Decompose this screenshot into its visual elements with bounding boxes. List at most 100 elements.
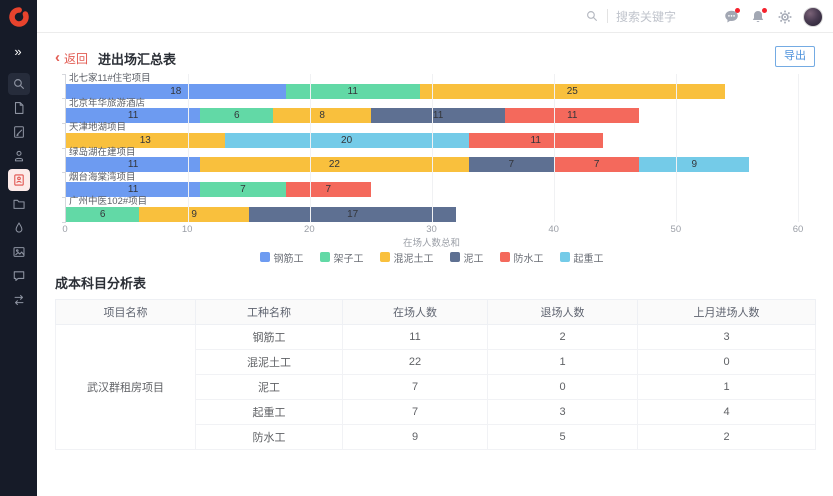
logo-c-icon [8, 6, 30, 28]
chart-gridline [188, 74, 189, 222]
bar-segment[interactable]: 17 [249, 207, 456, 222]
sidebar: » [0, 0, 37, 496]
table-header-row: 项目名称工种名称在场人数退场人数上月进场人数 [56, 300, 816, 325]
back-button[interactable]: 返回 [64, 50, 88, 67]
bar-segment[interactable]: 25 [420, 84, 725, 99]
cell-work-type: 钢筋工 [196, 325, 343, 350]
bar-segment[interactable]: 11 [505, 108, 639, 123]
y-axis-tick [62, 148, 66, 149]
x-tick-label: 20 [304, 224, 315, 235]
stacked-bar: 6917 [66, 207, 456, 222]
search-input[interactable]: 搜索关键字 [616, 8, 676, 25]
entry-exit-chart: 北七家11#住宅项目181125北京年华旅游酒店11681111天津地湖项目13… [65, 74, 798, 263]
bar-segment[interactable]: 7 [286, 182, 371, 197]
bar-segment[interactable]: 6 [200, 108, 273, 123]
chat-icon [12, 269, 26, 283]
chart-gridline [554, 74, 555, 222]
folder-icon [12, 197, 26, 211]
bar-segment[interactable]: 11 [286, 84, 420, 99]
sidebar-item-transfer[interactable] [8, 289, 30, 311]
legend-item[interactable]: 架子工 [320, 251, 364, 263]
cell-work-type: 起重工 [196, 400, 343, 425]
bar-segment[interactable]: 11 [66, 157, 200, 172]
search-divider [607, 9, 608, 23]
sidebar-item-projects[interactable] [8, 193, 30, 215]
notification-dot [735, 8, 740, 13]
bar-segment[interactable]: 11 [469, 133, 603, 148]
y-axis-tick [62, 98, 66, 99]
bar-segment[interactable]: 9 [639, 157, 749, 172]
legend-swatch [450, 252, 460, 262]
sidebar-item-messages[interactable] [8, 265, 30, 287]
y-axis-tick [62, 197, 66, 198]
chart-gridline [310, 74, 311, 222]
legend-swatch [260, 252, 270, 262]
legend-swatch [320, 252, 330, 262]
cell-work-type: 泥工 [196, 375, 343, 400]
legend-label: 泥工 [464, 250, 484, 265]
sidebar-item-search[interactable] [8, 73, 30, 95]
user-audit-icon [12, 149, 26, 163]
sidebar-item-documents[interactable] [8, 97, 30, 119]
legend-item[interactable]: 泥工 [450, 251, 484, 263]
bar-segment[interactable]: 7 [469, 157, 554, 172]
transfer-icon [12, 293, 26, 307]
cell-exited-count: 2 [488, 325, 638, 350]
bar-segment[interactable]: 13 [66, 133, 225, 148]
search-icon [585, 9, 599, 23]
sidebar-item-media[interactable] [8, 241, 30, 263]
legend-item[interactable]: 混泥土工 [380, 251, 434, 263]
stacked-bar: 132011 [66, 133, 603, 148]
app-logo[interactable] [8, 6, 30, 28]
chart-gridline [676, 74, 677, 222]
header-actions [722, 0, 823, 33]
gear-icon [777, 9, 793, 25]
bar-segment[interactable]: 18 [66, 84, 286, 99]
chart-xticks: 0102030405060 [65, 222, 798, 235]
bar-segment[interactable]: 11 [66, 182, 200, 197]
legend-item[interactable]: 钢筋工 [260, 251, 304, 263]
bar-segment[interactable]: 7 [200, 182, 285, 197]
bar-segment[interactable]: 22 [200, 157, 468, 172]
global-search[interactable]: 搜索关键字 [585, 8, 676, 25]
sidebar-item-water[interactable] [8, 217, 30, 239]
back-chevron-icon[interactable]: ‹ [55, 49, 60, 67]
sidebar-item-entry-exit-active[interactable] [8, 169, 30, 191]
sidebar-item-edit-report[interactable] [8, 121, 30, 143]
legend-label: 架子工 [334, 250, 364, 265]
legend-label: 混泥土工 [394, 250, 434, 265]
notifications-button[interactable] [749, 8, 767, 26]
legend-swatch [380, 252, 390, 262]
x-tick-label: 50 [671, 224, 682, 235]
table-column-header: 退场人数 [488, 300, 638, 325]
cell-exited-count: 0 [488, 375, 638, 400]
cell-onsite-count: 9 [343, 425, 488, 450]
bar-segment[interactable]: 11 [66, 108, 200, 123]
x-tick-label: 10 [182, 224, 193, 235]
legend-item[interactable]: 防水工 [500, 251, 544, 263]
page-title: 进出场汇总表 [98, 49, 176, 68]
sidebar-expand-button[interactable]: » [14, 44, 22, 59]
photo-icon [12, 245, 26, 259]
app-window: » [0, 0, 833, 496]
bar-segment[interactable]: 7 [554, 157, 639, 172]
chart-plot: 北七家11#住宅项目181125北京年华旅游酒店11681111天津地湖项目13… [65, 74, 798, 222]
x-tick-label: 0 [62, 224, 67, 235]
page-content: ‹ 返回 进出场汇总表 导出 北七家11#住宅项目181125北京年华旅游酒店1… [37, 34, 833, 496]
legend-item[interactable]: 起重工 [560, 251, 604, 263]
sidebar-item-personnel[interactable] [8, 145, 30, 167]
cell-work-type: 防水工 [196, 425, 343, 450]
y-axis-tick [62, 74, 66, 75]
export-button[interactable]: 导出 [775, 46, 815, 67]
messages-button[interactable] [722, 8, 740, 26]
bar-segment[interactable]: 8 [273, 108, 371, 123]
user-avatar[interactable] [803, 7, 823, 27]
cell-project-name: 武汉群租房项目 [56, 325, 196, 450]
bar-segment[interactable]: 9 [139, 207, 249, 222]
settings-button[interactable] [776, 8, 794, 26]
bar-segment[interactable]: 6 [66, 207, 139, 222]
file-icon [12, 101, 26, 115]
legend-label: 防水工 [514, 250, 544, 265]
bar-segment[interactable]: 11 [371, 108, 505, 123]
x-tick-label: 40 [548, 224, 559, 235]
